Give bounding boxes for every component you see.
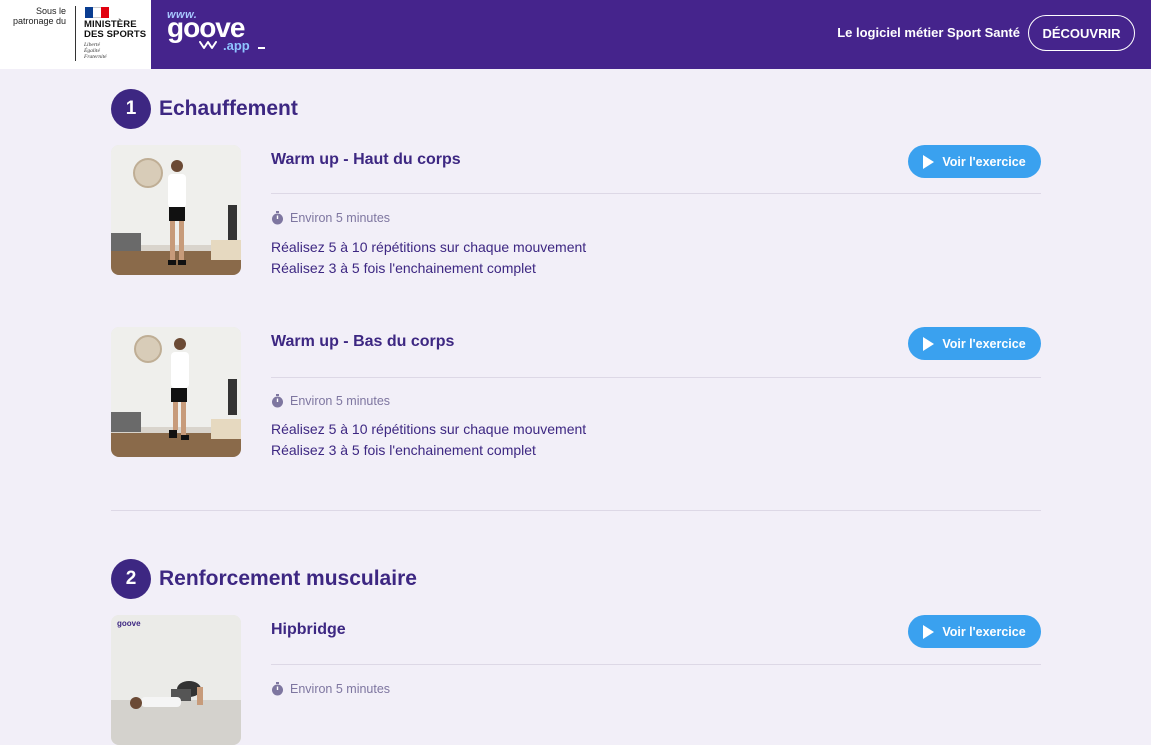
exercise-instruction: Réalisez 3 à 5 fois l'enchainement compl… [271, 260, 536, 276]
play-icon [923, 154, 935, 169]
section-title: Renforcement musculaire [159, 567, 417, 590]
play-icon [923, 624, 935, 639]
exercise-divider [271, 664, 1041, 665]
exercise-video-image [111, 615, 241, 745]
view-exercise-label: Voir l'exercice [942, 336, 1026, 351]
exercise-thumbnail[interactable] [111, 145, 241, 275]
ministry-patronage-block[interactable]: Sous le patronage du MINISTÈRE DES SPORT… [0, 0, 151, 69]
exercise-title: Warm up - Bas du corps [271, 333, 455, 350]
stopwatch-icon [272, 211, 283, 225]
section-header-2: 2 Renforcement musculaire [111, 559, 417, 599]
site-header: Sous le patronage du MINISTÈRE DES SPORT… [0, 0, 1151, 69]
french-flag-icon [85, 7, 110, 18]
exercise-duration: Environ 5 minutes [271, 682, 390, 696]
view-exercise-button[interactable]: Voir l'exercice [908, 145, 1041, 178]
exercise-video-image [111, 145, 241, 275]
section-title: Echauffement [159, 97, 298, 120]
exercise-card: Warm up - Haut du corps Voir l'exercice … [111, 145, 1041, 276]
exercise-card: Warm up - Bas du corps Voir l'exercice E… [111, 327, 1041, 458]
exercise-divider [271, 377, 1041, 378]
exercise-thumbnail[interactable]: goove [111, 615, 241, 745]
ministry-motto: Liberté Égalité Fraternité [84, 42, 107, 60]
discover-button[interactable]: DÉCOUVRIR [1028, 15, 1135, 51]
exercise-thumbnail[interactable] [111, 327, 241, 457]
exercise-card: goove Hipbridge Voir l'exercice Environ … [111, 615, 1041, 745]
play-icon [923, 336, 935, 351]
exercise-duration: Environ 5 minutes [271, 394, 390, 408]
wave-icon [199, 41, 217, 49]
exercise-title: Warm up - Haut du corps [271, 151, 461, 168]
section-header-1: 1 Echauffement [111, 89, 298, 129]
logo-dash [258, 47, 265, 49]
ministry-name: MINISTÈRE DES SPORTS [84, 19, 147, 40]
logo-app: .app [223, 38, 250, 53]
exercise-instruction: Réalisez 3 à 5 fois l'enchainement compl… [271, 442, 536, 458]
section-number: 2 [111, 559, 151, 599]
thumbnail-logo: goove [117, 619, 141, 628]
patronage-divider [75, 6, 76, 61]
view-exercise-label: Voir l'exercice [942, 624, 1026, 639]
exercise-video-image [111, 327, 241, 457]
exercise-duration: Environ 5 minutes [271, 211, 390, 225]
exercise-instruction: Réalisez 5 à 10 répétitions sur chaque m… [271, 421, 587, 437]
patronage-text: Sous le patronage du [12, 6, 66, 26]
exercise-divider [271, 193, 1041, 194]
view-exercise-label: Voir l'exercice [942, 154, 1026, 169]
exercise-title: Hipbridge [271, 621, 346, 638]
stopwatch-icon [272, 394, 283, 408]
header-tagline: Le logiciel métier Sport Santé [837, 25, 1020, 40]
stopwatch-icon [272, 682, 283, 696]
view-exercise-button[interactable]: Voir l'exercice [908, 327, 1041, 360]
section-number: 1 [111, 89, 151, 129]
view-exercise-button[interactable]: Voir l'exercice [908, 615, 1041, 648]
exercise-instruction: Réalisez 5 à 10 répétitions sur chaque m… [271, 239, 587, 255]
section-divider [111, 510, 1041, 511]
